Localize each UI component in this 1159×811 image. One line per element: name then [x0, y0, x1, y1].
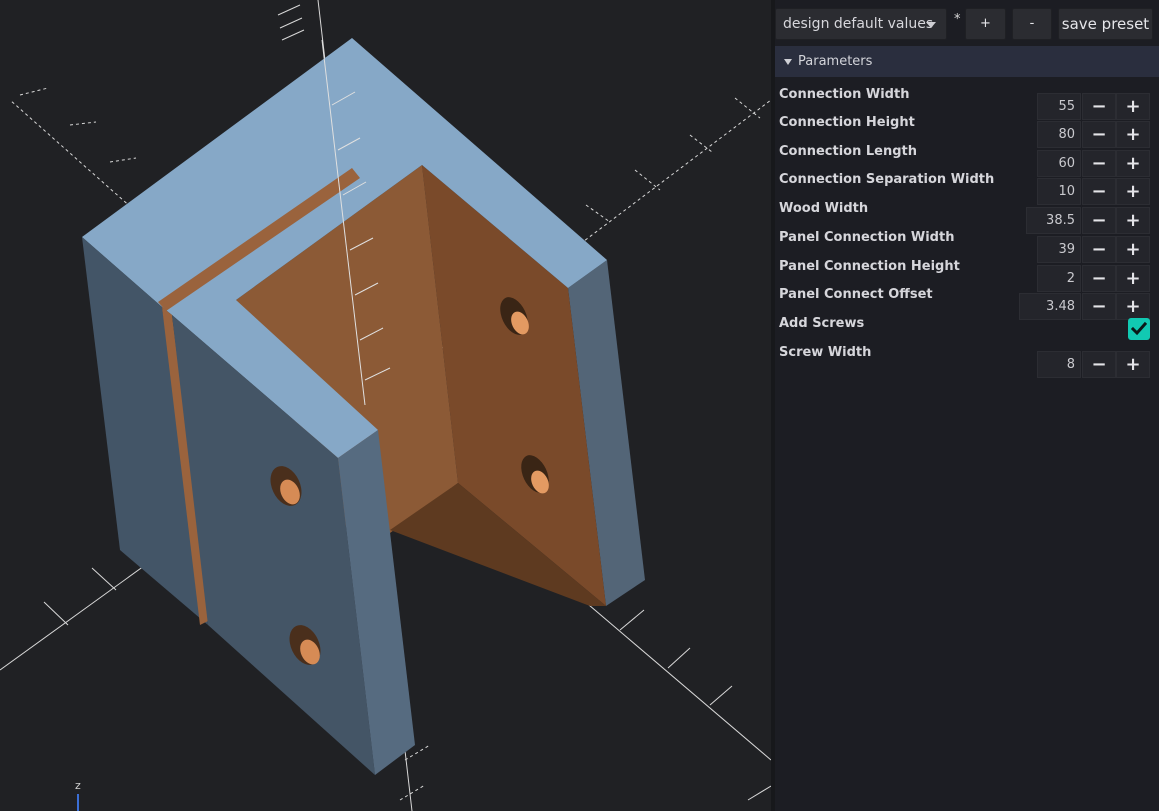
increment-button[interactable]: +	[1116, 351, 1150, 378]
preset-dropdown-value: design default values	[783, 16, 934, 32]
increment-button[interactable]: +	[1116, 93, 1150, 120]
increment-button[interactable]: +	[1116, 178, 1150, 205]
increment-button[interactable]: +	[1116, 121, 1150, 148]
param-value-input[interactable]: 39	[1037, 236, 1081, 263]
checkmark-icon	[1131, 321, 1147, 336]
collapse-triangle-icon	[784, 59, 792, 65]
param-label: Connection Separation Width	[779, 172, 995, 187]
modified-indicator: *	[954, 12, 961, 27]
param-value-input[interactable]: 80	[1037, 121, 1081, 148]
preset-toolbar: design default values * + - save preset	[775, 6, 1159, 42]
decrement-button[interactable]: −	[1082, 351, 1116, 378]
decrement-button[interactable]: −	[1082, 207, 1116, 234]
param-label: Panel Connect Offset	[779, 287, 933, 302]
param-value-input[interactable]: 3.48	[1019, 293, 1081, 320]
axis-label-z: z	[75, 779, 81, 792]
param-value-input[interactable]: 55	[1037, 93, 1081, 120]
param-row-screw-width: Screw Width 8 − +	[775, 345, 1159, 379]
decrement-button[interactable]: −	[1082, 293, 1116, 320]
increment-button[interactable]: +	[1116, 265, 1150, 292]
param-label: Connection Length	[779, 144, 918, 159]
parameters-section-header[interactable]: Parameters	[775, 46, 1159, 77]
customizer-panel: design default values * + - save preset …	[775, 0, 1159, 811]
decrement-button[interactable]: −	[1082, 93, 1116, 120]
preset-dropdown[interactable]: design default values	[775, 8, 947, 40]
chevron-down-icon	[926, 22, 936, 28]
decrement-button[interactable]: −	[1082, 265, 1116, 292]
increment-button[interactable]: +	[1116, 293, 1150, 320]
param-label: Panel Connection Width	[779, 230, 955, 245]
increment-button[interactable]: +	[1116, 207, 1150, 234]
param-label: Connection Height	[779, 115, 915, 130]
param-label: Add Screws	[779, 316, 865, 331]
param-label: Panel Connection Height	[779, 259, 960, 274]
param-value-input[interactable]: 2	[1037, 265, 1081, 292]
add-preset-button[interactable]: +	[965, 8, 1006, 40]
add-screws-checkbox[interactable]	[1128, 318, 1150, 340]
param-label: Connection Width	[779, 87, 910, 102]
increment-button[interactable]: +	[1116, 150, 1150, 177]
save-preset-button[interactable]: save preset	[1058, 8, 1153, 40]
param-value-input[interactable]: 10	[1037, 178, 1081, 205]
param-label: Wood Width	[779, 201, 869, 216]
parameters-section-title: Parameters	[798, 54, 873, 69]
decrement-button[interactable]: −	[1082, 150, 1116, 177]
param-value-input[interactable]: 60	[1037, 150, 1081, 177]
3d-viewport[interactable]: z	[0, 0, 771, 811]
decrement-button[interactable]: −	[1082, 236, 1116, 263]
param-value-input[interactable]: 38.5	[1026, 207, 1081, 234]
decrement-button[interactable]: −	[1082, 178, 1116, 205]
remove-preset-button[interactable]: -	[1012, 8, 1052, 40]
increment-button[interactable]: +	[1116, 236, 1150, 263]
param-value-input[interactable]: 8	[1037, 351, 1081, 378]
model-render	[0, 0, 771, 811]
param-label: Screw Width	[779, 345, 872, 360]
decrement-button[interactable]: −	[1082, 121, 1116, 148]
